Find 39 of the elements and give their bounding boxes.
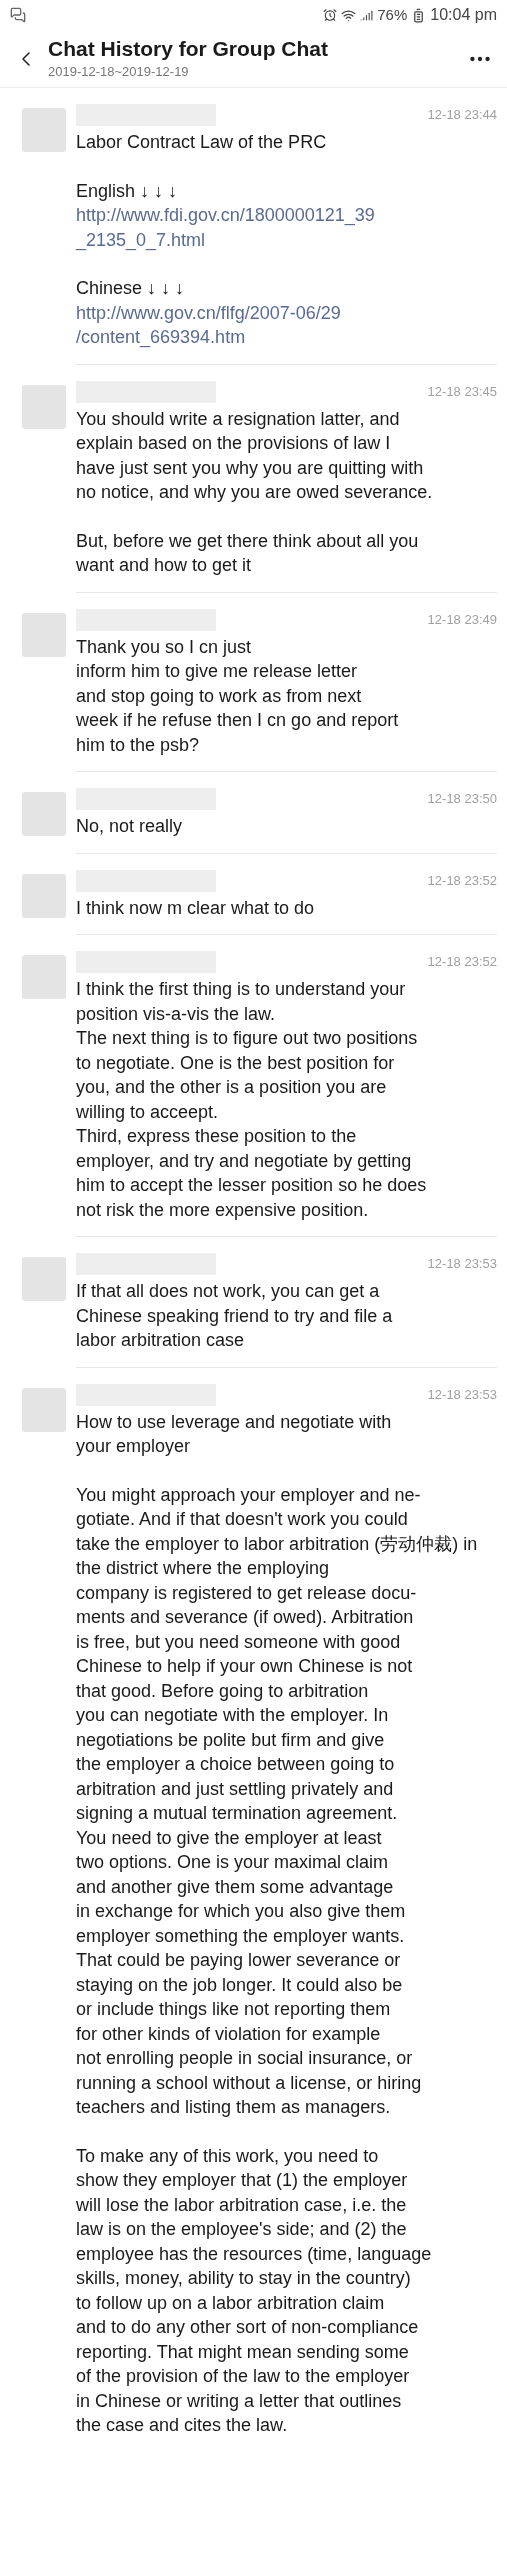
avatar-placeholder <box>22 1387 66 1432</box>
message-text: No, not really <box>76 815 184 838</box>
date-range: 2019-12-18~2019-12-19 <box>48 62 190 81</box>
message-time: 12-18 23:52 <box>427 871 497 890</box>
message-text: Thank you so I cn just inform him to give me release letter and stop going to work as from next week if he refuse then I cn go and report him to the psb? <box>76 635 400 757</box>
message-text: You might approach your employer and ne- gotiate. And if that doesn't work you could take the employer to labor arbitration (劳动仲裁) in the district where the employing company is registered to get release docu- ments and severance (if owed). Arbitration is free, but you need someone with good Chinese to help if your own Chinese is not that good. Before going to arbitration you can negotiate with the employer. In negotiations be polite but firm and give the employer a choice between going to arbitration and just settling privately and signing a mutual termination agreement. You need to give the employer at least two options. One is your maximal claim and another give them some advantage in exchange for which you also give them employer something the employer wants. That could be paying lower severance or staying on the job longer. It could also be or include things like not reporting them for other kinds of violation for example not enrolling people in social insurance, or running a school without a license, or hiring teachers and listing them as managers. <box>76 1483 479 2119</box>
message-text: But, before we get there think about all you want and how to get it <box>76 529 420 577</box>
chat-app-icon <box>10 7 26 23</box>
battery-percent: 76% <box>377 4 408 25</box>
message-time: 12-18 23:53 <box>427 1385 497 1404</box>
message-time: 12-18 23:50 <box>427 790 497 809</box>
message-time: 12-18 23:49 <box>427 610 497 629</box>
message-time: 12-18 23:44 <box>427 106 497 125</box>
message-text: How to use leverage and negotiate with your employer <box>76 1410 393 1458</box>
wifi-icon <box>341 7 357 23</box>
chat-title: Chat History for Group Chat <box>48 35 329 62</box>
message-time: 12-18 23:53 <box>427 1255 497 1274</box>
message-text: I think the first thing is to understand your position vis-a-vis the law. The next thing is to figure out two positions to negotiate. One is the best position for you, and the other is a position you are willing to acceept. Third, express these position to the employer, and try and negotiate by getting him to accept the lesser position so he does not risk the more expensive position. <box>76 978 428 1222</box>
message-text: Labor Contract Law of the PRC <box>76 131 328 154</box>
message-text: You should write a resignation latter, and explain based on the provisions of law I have just sent you why you are quitting with no notice, and why you are owed severance. <box>76 407 434 504</box>
message-time: 12-18 23:45 <box>427 382 497 401</box>
signal-icon <box>360 8 374 22</box>
avatar-placeholder <box>22 384 66 429</box>
message-text: To make any of this work, you need to show they employer that (1) the employer will lose the labor arbitration case, i.e. the law is on the employee's side; and (2) the employee has the resources (time, language skills, money, ability to stay in the country) to follow up on a labor arbitration claim and to do any other sort of non-compliance reporting. That might mean sending some of the provision of the law to the employer in Chinese or writing a letter that outlines the case and cites the law. <box>76 2144 433 2437</box>
avatar-placeholder <box>22 792 66 836</box>
avatar-placeholder <box>22 108 66 152</box>
message-text: If that all does not work, you can get a Chinese speaking friend to try and file a labor arbitration case <box>76 1280 394 1352</box>
alarm-icon <box>323 8 338 22</box>
message-text: English ↓ ↓ ↓ <box>76 179 179 203</box>
message-text: I think now m clear what to do <box>76 896 316 920</box>
link[interactable]: http://www.gov.cn/flfg/2007-06/29 /content_669394.htm <box>76 300 497 350</box>
message-text: Chinese ↓ ↓ ↓ <box>76 277 186 300</box>
avatar-placeholder <box>22 955 66 999</box>
link[interactable]: http://www.fdi.gov.cn/1800000121_39 _2135_0_7.html <box>76 203 497 252</box>
avatar-placeholder <box>22 612 66 657</box>
message-time: 12-18 23:52 <box>427 953 497 972</box>
clock-time: 10:04 pm <box>430 5 497 25</box>
avatar-placeholder <box>22 1257 66 1301</box>
avatar-placeholder <box>22 873 66 918</box>
